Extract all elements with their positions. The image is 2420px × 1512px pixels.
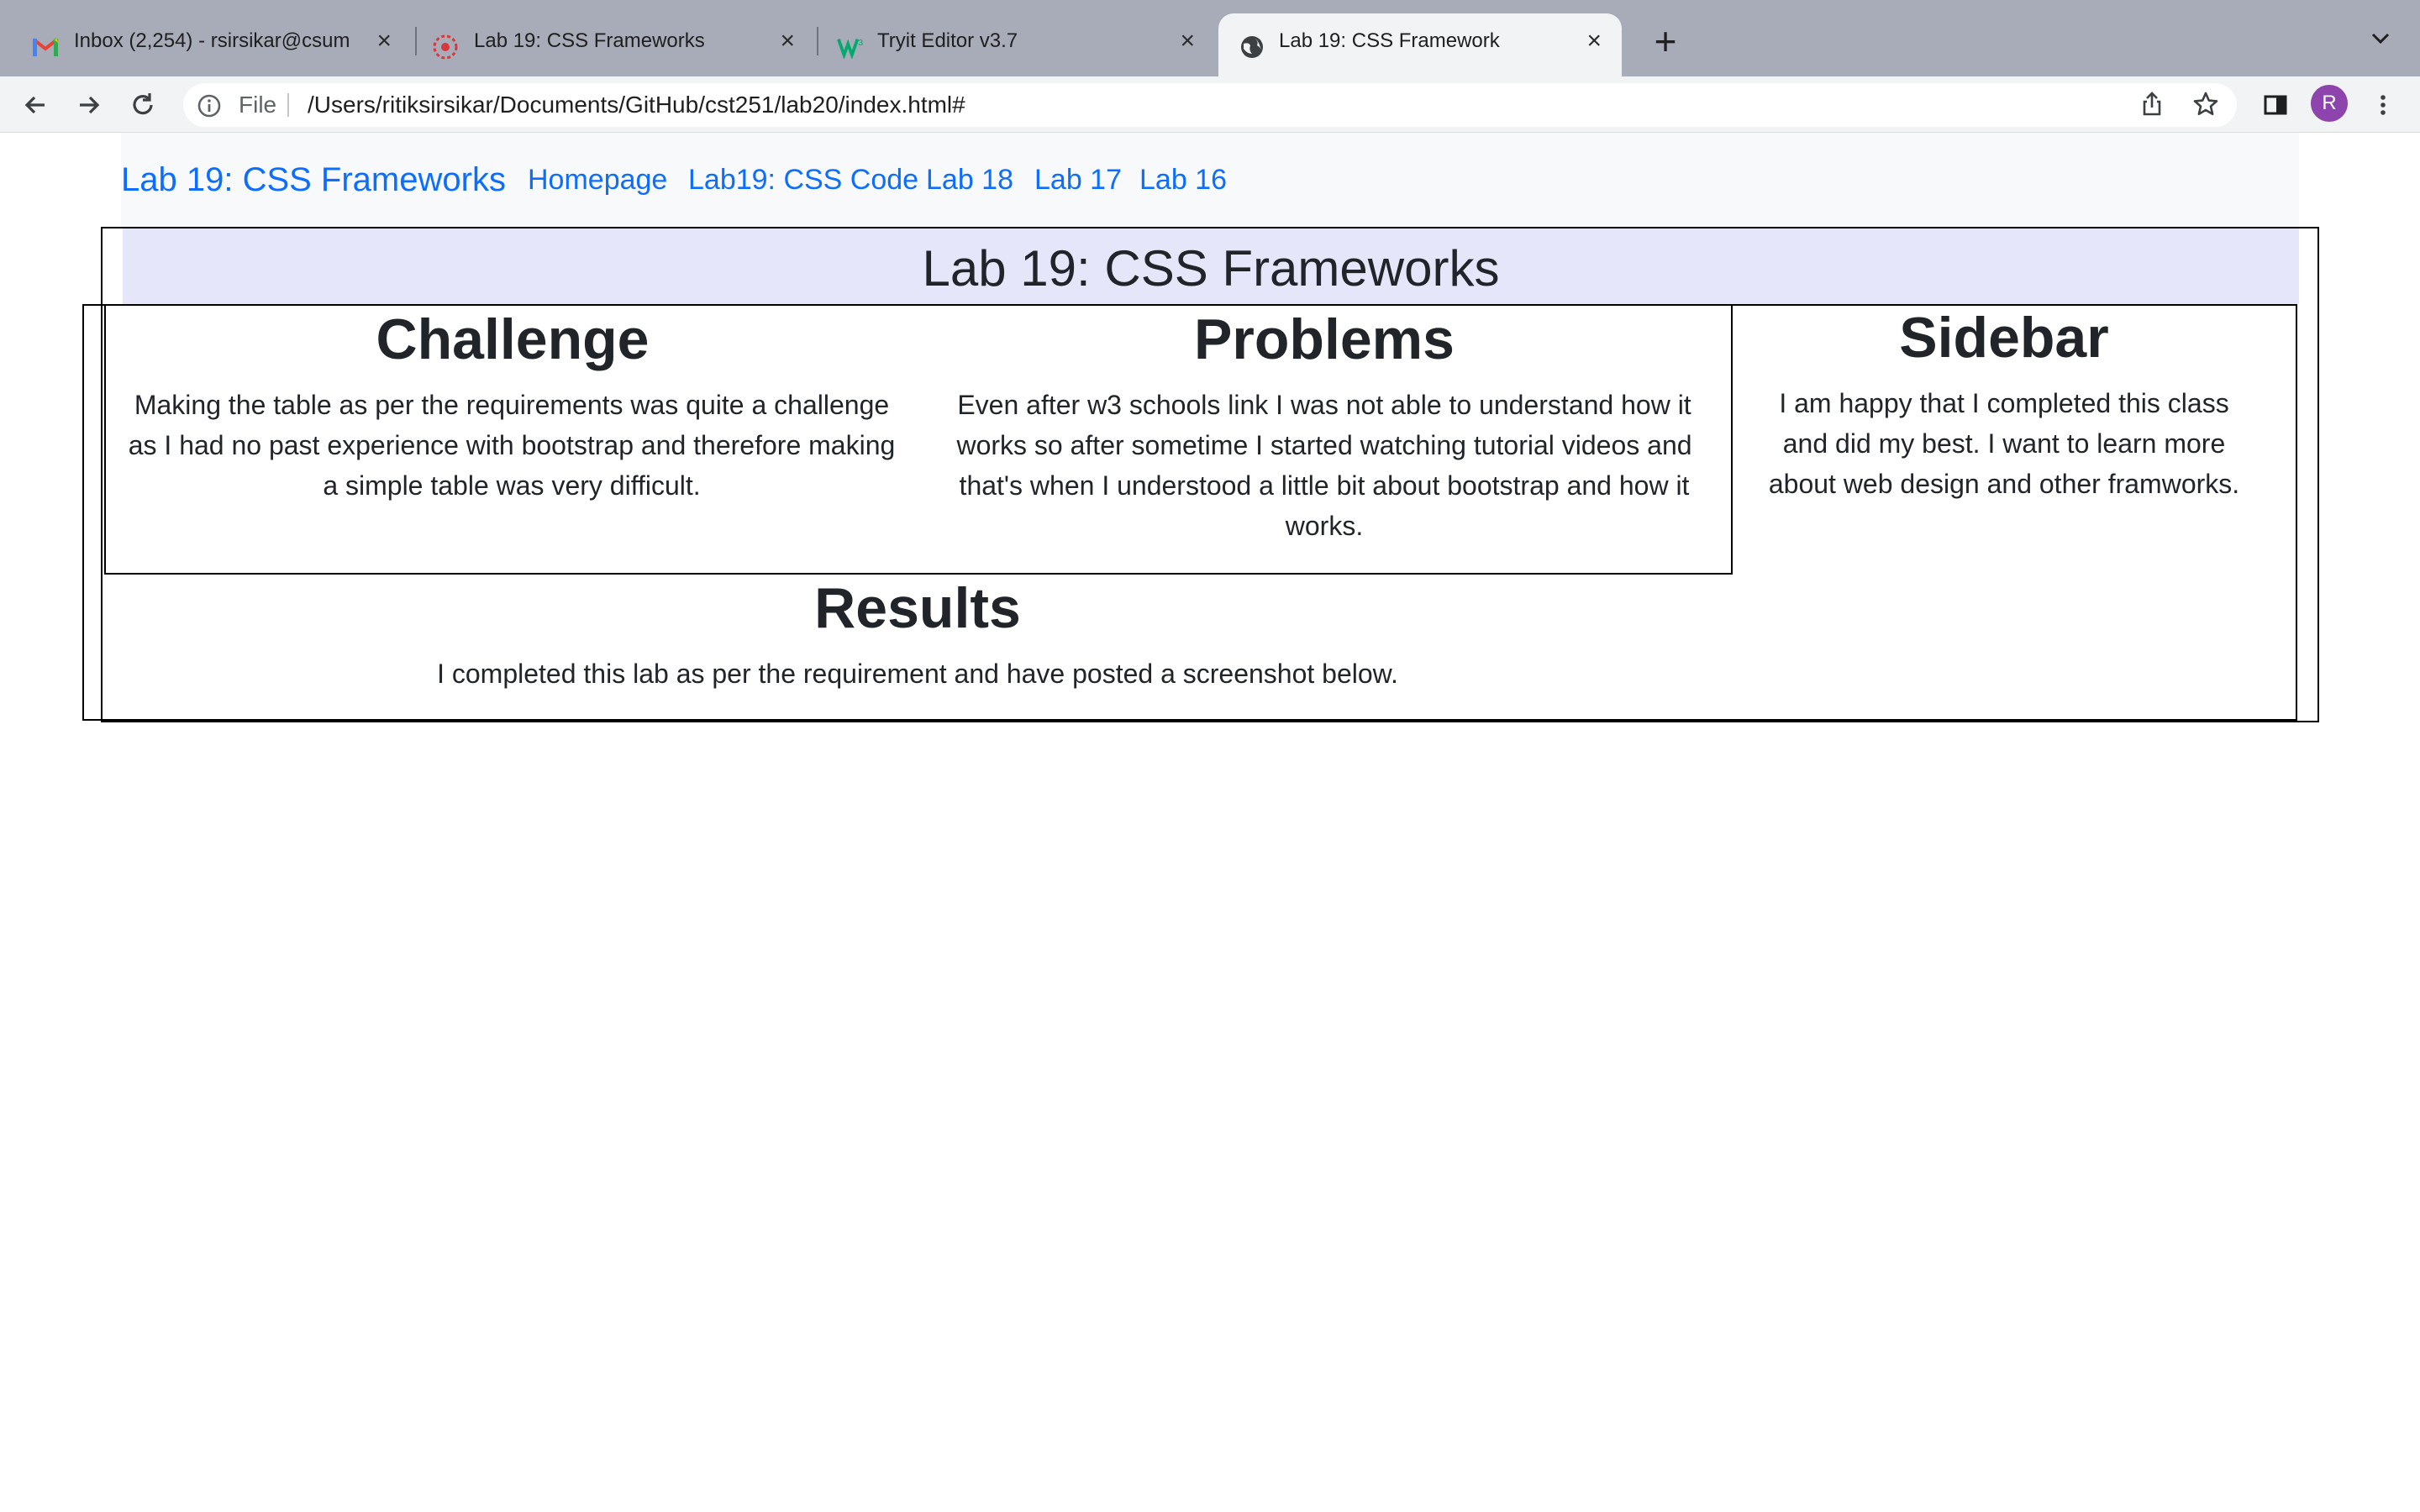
profile-avatar[interactable]: R <box>2311 85 2348 122</box>
address-bar[interactable]: File /Users/ritiksirsikar/Documents/GitH… <box>183 83 2237 127</box>
nav-link-lab19-css-code[interactable]: Lab19: CSS Code <box>688 133 918 227</box>
page-title: Lab 19: CSS Frameworks <box>123 228 2299 304</box>
page-viewport: Lab 19: CSS Frameworks Homepage Lab19: C… <box>0 133 2420 1512</box>
tab-separator <box>817 27 818 55</box>
url-text[interactable]: /Users/ritiksirsikar/Documents/GitHub/cs… <box>308 83 965 127</box>
forward-button[interactable] <box>71 87 108 123</box>
close-icon[interactable]: × <box>1586 13 1602 76</box>
csumb-icon <box>432 34 459 60</box>
reload-button[interactable] <box>124 87 161 123</box>
problems-text: Even after w3 schools link I was not abl… <box>956 390 1692 541</box>
url-scheme-label: File <box>239 92 277 118</box>
globe-icon <box>1239 34 1265 60</box>
tab-title: Tryit Editor v3.7 <box>877 29 1018 52</box>
nav-link-homepage[interactable]: Homepage <box>528 133 667 227</box>
back-button[interactable] <box>17 87 54 123</box>
sidebar-text: I am happy that I completed this class a… <box>1768 388 2240 499</box>
navbar-brand[interactable]: Lab 19: CSS Frameworks <box>121 133 506 227</box>
side-panel-button[interactable] <box>2257 87 2294 123</box>
browser-toolbar: File /Users/ritiksirsikar/Documents/GitH… <box>0 76 2420 133</box>
tab-search-chevron-icon[interactable] <box>2366 24 2395 52</box>
tab-gmail[interactable]: Inbox (2,254) - rsirsikar@csum × <box>0 13 412 76</box>
gmail-icon <box>32 34 59 60</box>
close-icon[interactable]: × <box>376 13 392 76</box>
bookmark-star-icon[interactable] <box>2191 90 2220 118</box>
tab-strip: Inbox (2,254) - rsirsikar@csum × Lab 19:… <box>0 0 2420 76</box>
tab-lab19[interactable]: Lab 19: CSS Frameworks × <box>420 13 815 76</box>
info-icon[interactable] <box>195 92 224 120</box>
tab-title: Lab 19: CSS Frameworks <box>474 29 705 52</box>
results-text: I completed this lab as per the requirem… <box>437 659 1398 689</box>
w3schools-icon: 3 <box>837 34 864 60</box>
problems-heading: Problems <box>1194 307 1455 371</box>
close-icon[interactable]: × <box>1180 13 1195 76</box>
challenge-heading: Challenge <box>376 307 650 371</box>
results-heading: Results <box>814 576 1021 640</box>
share-icon[interactable] <box>2138 90 2166 118</box>
svg-text:3: 3 <box>858 39 863 48</box>
nav-link-lab16[interactable]: Lab 16 <box>1139 133 1227 227</box>
nav-link-lab18[interactable]: Lab 18 <box>926 133 1013 227</box>
close-icon[interactable]: × <box>780 13 795 76</box>
nav-link-lab17[interactable]: Lab 17 <box>1034 133 1122 227</box>
challenge-text: Making the table as per the requirements… <box>128 390 896 501</box>
new-tab-button[interactable]: + <box>1640 13 1691 69</box>
navbar: Lab 19: CSS Frameworks Homepage Lab19: C… <box>121 133 2299 227</box>
tab-tryit[interactable]: 3 Tryit Editor v3.7 × <box>820 13 1215 76</box>
tab-title: Inbox (2,254) - rsirsikar@csum <box>74 29 350 52</box>
sidebar-heading: Sidebar <box>1899 306 2109 370</box>
divider <box>287 93 289 117</box>
tab-separator <box>415 27 417 55</box>
tab-lab19-active[interactable]: Lab 19: CSS Framework × <box>1218 13 1622 76</box>
more-menu-icon[interactable] <box>2365 87 2402 123</box>
tab-title: Lab 19: CSS Framework <box>1279 29 1500 52</box>
